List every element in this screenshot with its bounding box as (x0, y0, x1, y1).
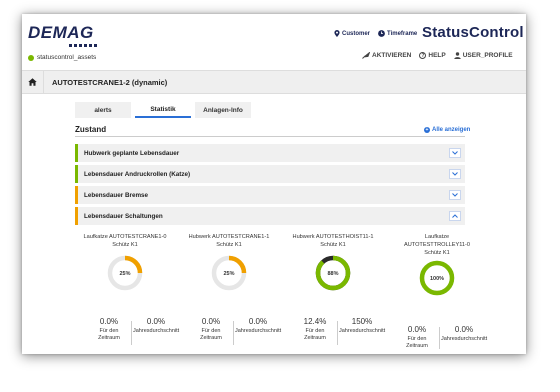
gauge-card: Laufkatze AUTOTESTCRANE1-0 Schütz K1 25% (75, 233, 175, 292)
gauge-subtitle: AUTOTESTTROLLEY11-0 (403, 242, 470, 248)
gauge-subtitle: Schütz K1 (320, 242, 346, 248)
stat-annual: 0.0% Jahresdurchschnitt (133, 317, 180, 334)
gauge-percent: 25% (223, 271, 234, 277)
rocket-icon (362, 52, 370, 59)
help-icon: ? (419, 52, 427, 59)
home-button[interactable] (22, 70, 44, 94)
top-actions: AKTIVIEREN ? HELP USER_PROFILE (362, 52, 513, 59)
location-pin-icon (334, 30, 340, 37)
stat-annual: 0.0% Jahresdurchschnitt (441, 325, 488, 342)
gauge-title: Hubwerk AUTOTESTHOIST11-1 (292, 234, 374, 240)
help-button[interactable]: ? HELP (419, 52, 446, 59)
tab-alerts[interactable]: alerts (75, 102, 131, 118)
gauge-panel: Laufkatze AUTOTESTCRANE1-0 Schütz K1 25%… (75, 233, 487, 353)
customer-link[interactable]: Customer (334, 30, 370, 37)
status-dot-icon (28, 54, 34, 61)
donut-gauge: 25% (107, 255, 143, 291)
asset-name: statuscontrol_assets (37, 54, 97, 61)
accordion-item[interactable]: Lebensdauer Bremse (75, 186, 465, 204)
stat-period: 0.0% Für den Zeitraum (98, 317, 120, 341)
clock-icon (378, 30, 385, 37)
chevron-up-icon[interactable] (449, 211, 461, 221)
statuscontrol-brand: StatusControl (422, 24, 524, 41)
gauge-title: Laufkatze (424, 234, 450, 240)
page-title: AUTOTESTCRANE1-2 (dynamic) (52, 77, 168, 87)
gauge-subtitle: Schütz K1 (216, 242, 242, 248)
plus-icon: + (424, 127, 430, 133)
donut-gauge: 88% (315, 255, 351, 291)
user-profile-button[interactable]: USER_PROFILE (454, 52, 513, 59)
accordion-list: Hubwerk geplante Lebensdauer Lebensdauer… (75, 144, 465, 228)
breadcrumb: AUTOTESTCRANE1-2 (dynamic) (22, 70, 526, 94)
stat-period: 12.4% Für den Zeitraum (303, 317, 327, 341)
tab-statistik[interactable]: Statistik (135, 102, 191, 118)
gauge-title: Laufkatze AUTOTESTCRANE1-0 (83, 234, 167, 240)
gauge-title: Hubwerk AUTOTESTCRANE1-1 (188, 234, 270, 240)
gauge-subtitle: Schütz K1 (424, 250, 450, 256)
stat-period: 0.0% Für den Zeitraum (406, 325, 428, 349)
home-icon (28, 78, 37, 86)
activate-button[interactable]: AKTIVIEREN (362, 52, 411, 59)
divider (439, 327, 440, 349)
accordion-item[interactable]: Hubwerk geplante Lebensdauer (75, 144, 465, 162)
gauge-percent: 25% (119, 271, 130, 277)
stat-period: 0.0% Für den Zeitraum (200, 317, 222, 341)
show-all-link[interactable]: + Alle anzeigen (424, 127, 470, 133)
chevron-down-icon[interactable] (449, 190, 461, 200)
timeframe-link[interactable]: Timeframe (378, 30, 417, 37)
header: DEMAG statuscontrol_assets Customer Time… (22, 14, 526, 70)
asset-indicator[interactable]: statuscontrol_assets (28, 54, 96, 61)
accordion-item[interactable]: Lebensdauer Andruckrollen (Katze) (75, 165, 465, 183)
donut-gauge: 25% (211, 255, 247, 291)
gauge-card: Laufkatze AUTOTESTTROLLEY11-0 Schütz K1 … (387, 233, 487, 297)
divider (233, 321, 234, 345)
gauge-percent: 100% (430, 276, 444, 282)
logo-dots (69, 44, 97, 47)
divider (337, 321, 338, 345)
divider (75, 136, 465, 137)
accordion-item[interactable]: Lebensdauer Schaltungen (75, 207, 465, 225)
demag-logo: DEMAG (28, 23, 94, 42)
tab-anlagen-info[interactable]: Anlagen-Info (195, 102, 251, 118)
user-icon (454, 52, 461, 59)
stat-annual: 0.0% Jahresdurchschnitt (235, 317, 282, 334)
gauge-card: Hubwerk AUTOTESTCRANE1-1 Schütz K1 25% (179, 233, 279, 292)
tab-bar: alerts Statistik Anlagen-Info (75, 102, 251, 118)
gauge-percent: 88% (327, 271, 338, 277)
donut-gauge: 100% (419, 260, 455, 296)
app-window: DEMAG statuscontrol_assets Customer Time… (22, 14, 526, 354)
section-title: Zustand (75, 125, 107, 134)
gauge-card: Hubwerk AUTOTESTHOIST11-1 Schütz K1 88% (283, 233, 383, 292)
divider (131, 321, 132, 345)
stat-annual: 150% Jahresdurchschnitt (339, 317, 386, 334)
top-links: Customer Timeframe (334, 30, 417, 37)
gauge-subtitle: Schütz K1 (112, 242, 138, 248)
chevron-down-icon[interactable] (449, 169, 461, 179)
chevron-down-icon[interactable] (449, 148, 461, 158)
